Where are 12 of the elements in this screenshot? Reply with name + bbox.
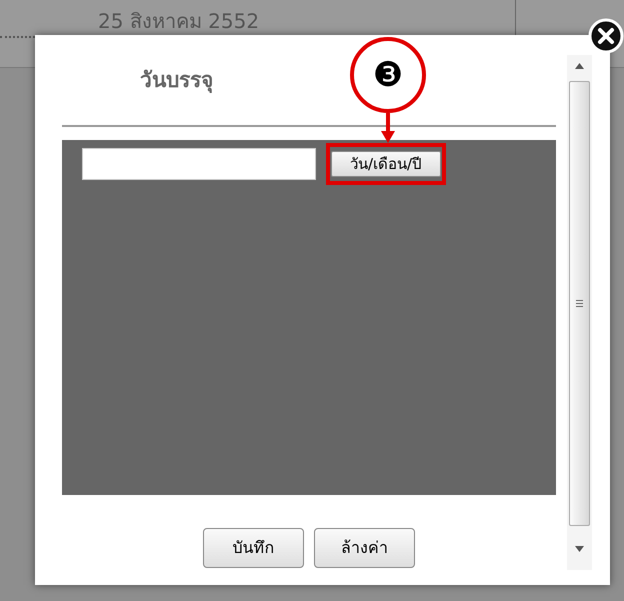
- date-picker-button[interactable]: วัน/เดือน/ปี: [331, 151, 441, 177]
- dialog-button[interactable]: ล้างค่า: [314, 528, 415, 568]
- scroll-down-icon[interactable]: [575, 546, 584, 552]
- scroll-up-icon[interactable]: [575, 63, 584, 69]
- date-text: 25 สิงหาคม 2552: [98, 9, 260, 33]
- grip-icon: [576, 300, 583, 307]
- scrollbar-thumb[interactable]: [569, 81, 590, 526]
- dialog-button[interactable]: บันทึก: [203, 528, 304, 568]
- scrollbar[interactable]: [567, 55, 592, 570]
- dialog-title: วันบรรจุ: [140, 68, 213, 92]
- annotation-number: ❸: [372, 58, 404, 92]
- date-input-field[interactable]: [82, 148, 316, 180]
